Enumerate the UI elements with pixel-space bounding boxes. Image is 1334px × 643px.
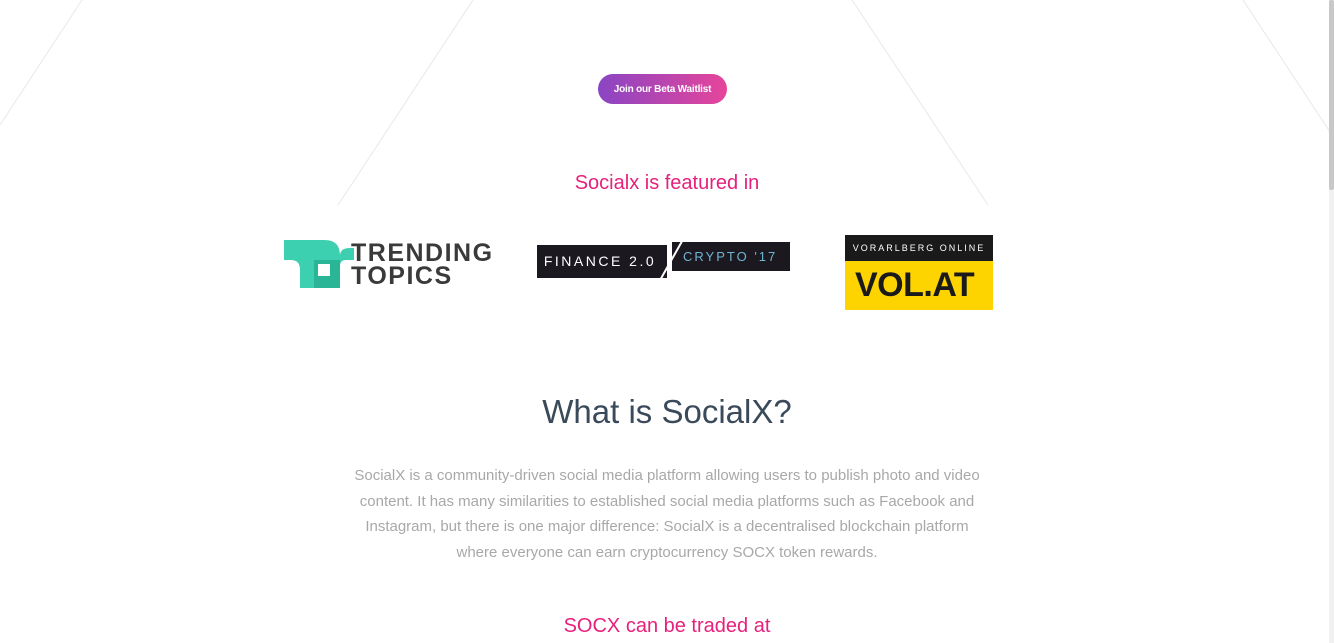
- description-line: SocialX is a community-driven social med…: [354, 467, 980, 484]
- traded-at-heading: SOCX can be traded at: [563, 615, 771, 637]
- trending-topics-mark-icon: [284, 240, 354, 288]
- vol-at-yellow-block: VOL.AT: [845, 261, 993, 310]
- featured-in-heading: Socialx is featured in: [574, 172, 760, 194]
- vol-at-tagline: VORARLBERG ONLINE: [852, 243, 986, 253]
- finance-label: FINANCE 2.0: [543, 253, 657, 269]
- what-is-socialx-heading: What is SocialX?: [542, 393, 792, 430]
- vol-at-logo[interactable]: VORARLBERG ONLINE VOL.AT: [845, 235, 993, 310]
- crypto-label: CRYPTO '17: [683, 249, 778, 264]
- scrollbar-thumb[interactable]: [1329, 0, 1334, 190]
- trending-topics-line2: TOPICS: [351, 262, 453, 290]
- vol-at-wordmark: VOL.AT: [855, 266, 975, 304]
- description-line: content. It has many similarities to est…: [359, 492, 975, 510]
- finance-crypto-logo[interactable]: FINANCE 2.0 CRYPTO '17: [537, 235, 790, 283]
- trending-topics-logo[interactable]: TRENDING TOPICS: [284, 240, 499, 290]
- join-beta-waitlist-button[interactable]: Join our Beta Waitlist: [598, 74, 727, 104]
- scrollbar-track[interactable]: [1329, 0, 1334, 643]
- trending-topics-wordmark: TRENDING TOPICS: [351, 241, 494, 290]
- description-line: where everyone can earn cryptocurrency S…: [456, 543, 878, 561]
- description-line: Instagram, but there is one major differ…: [365, 518, 969, 536]
- what-is-socialx-description: SocialX is a community-driven social med…: [320, 463, 1014, 565]
